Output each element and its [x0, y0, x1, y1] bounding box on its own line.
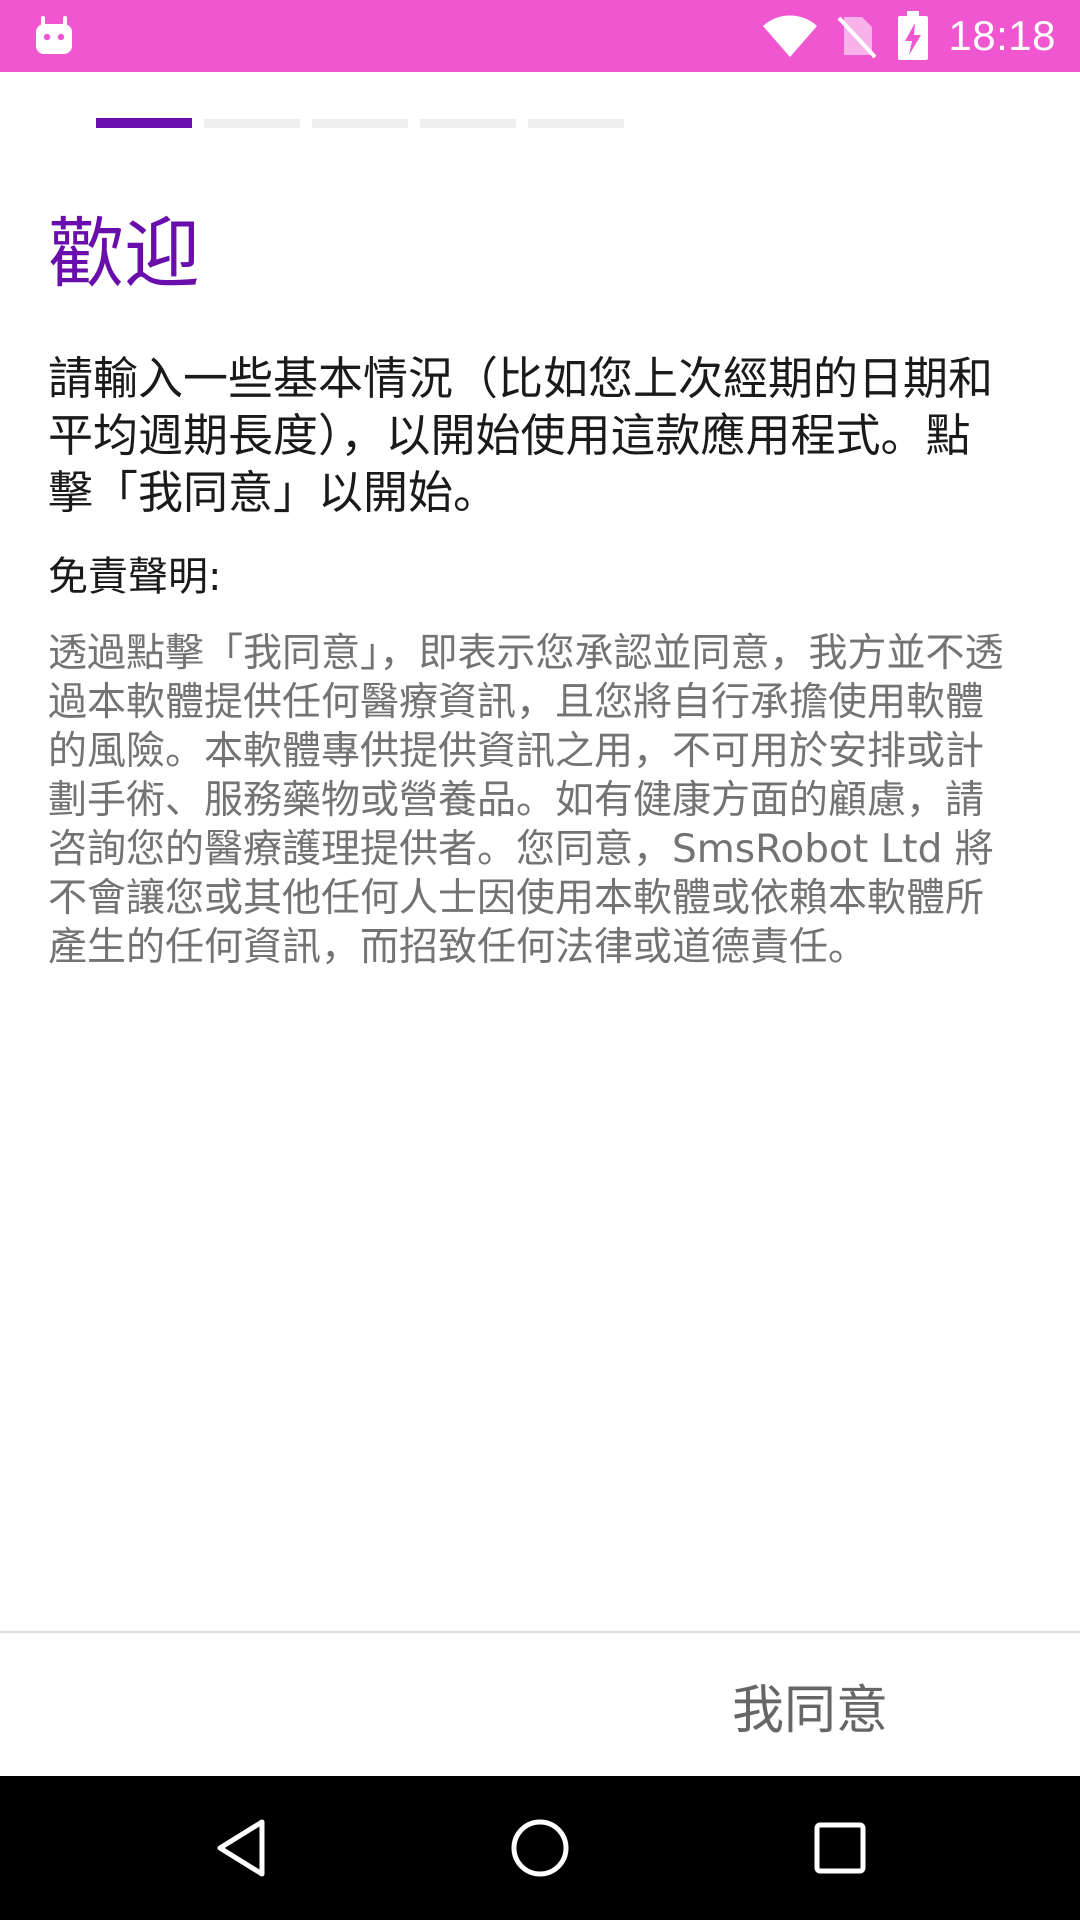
status-bar: 18:18 [0, 0, 1080, 72]
no-sim-icon [837, 16, 877, 59]
home-button[interactable] [492, 1800, 588, 1896]
status-icons: 18:18 [762, 0, 1056, 72]
welcome-content: 歡迎 請輸入一些基本情況（比如您上次經期的日期和平均週期長度），以開始使用這款應… [48, 200, 1014, 972]
page-title: 歡迎 [48, 209, 200, 298]
recents-button[interactable] [792, 1800, 888, 1896]
step-indicator-2 [204, 119, 300, 128]
recents-icon [814, 1822, 866, 1874]
status-time: 18:18 [948, 12, 1056, 59]
back-icon [217, 1819, 265, 1877]
agree-button[interactable]: 我同意 [690, 1660, 930, 1750]
step-indicator-4 [420, 119, 516, 128]
back-button[interactable] [194, 1800, 290, 1896]
step-progress [96, 118, 624, 128]
navigation-bar [0, 1776, 1080, 1920]
android-robot-icon [36, 16, 72, 54]
battery-charging-icon [898, 11, 929, 60]
disclaimer-heading: 免責聲明: [48, 554, 222, 600]
intro-text: 請輸入一些基本情況（比如您上次經期的日期和平均週期長度），以開始使用這款應用程式… [48, 352, 994, 519]
disclaimer-text: 透過點擊「我同意」，即表示您承認並同意，我方並不透過本軟體提供任何醫療資訊，且您… [48, 631, 1004, 970]
welcome-screen: 18:18 歡迎 請輸入一些基本情況（比如您上次經期的日期和平均週期長度），以開… [0, 0, 1080, 1920]
bottom-divider [0, 1631, 1080, 1633]
home-icon [511, 1819, 569, 1877]
wifi-icon [763, 15, 818, 57]
step-indicator-3 [312, 119, 408, 128]
step-indicator-1 [96, 118, 192, 128]
step-indicator-5 [528, 119, 624, 128]
